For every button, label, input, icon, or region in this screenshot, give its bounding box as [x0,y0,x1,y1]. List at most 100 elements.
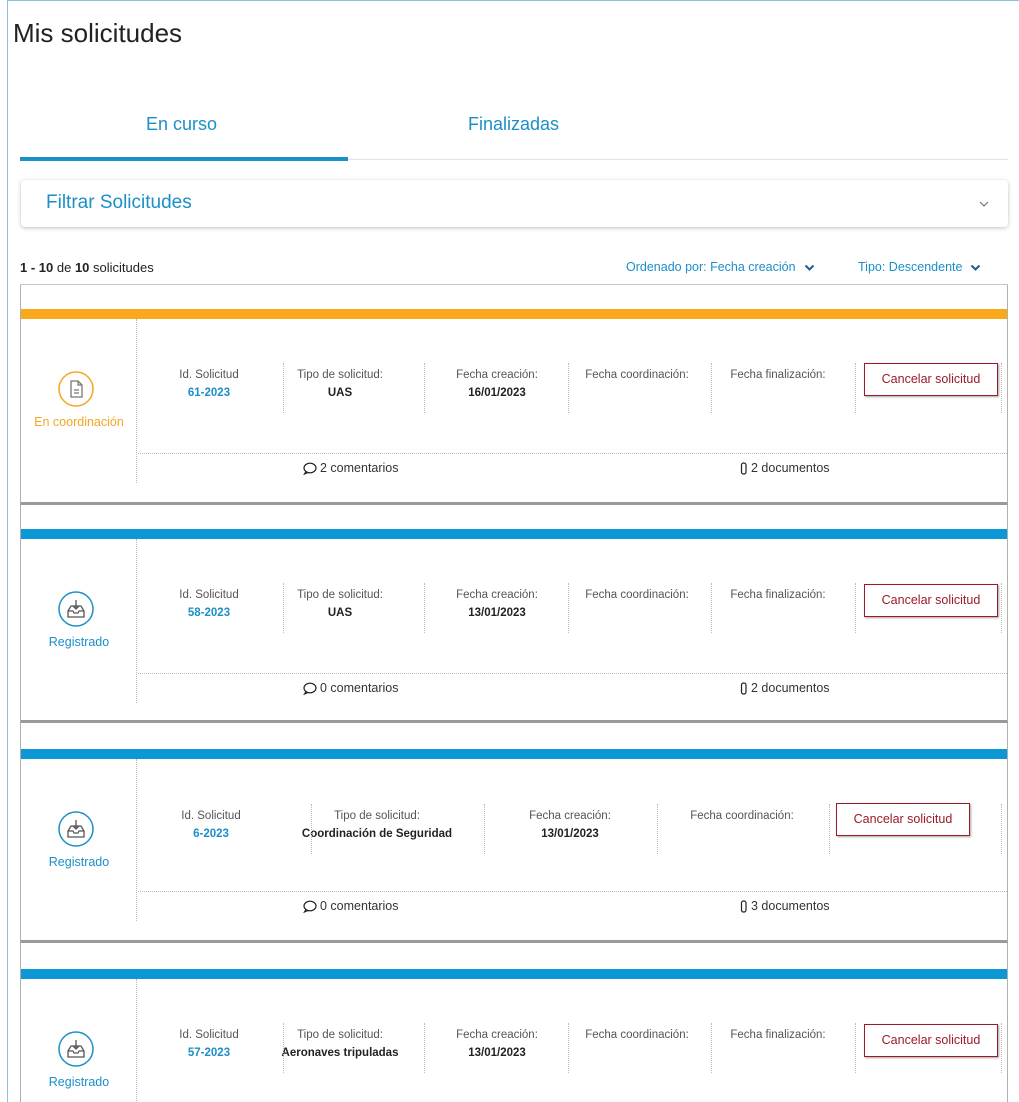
column-divider [283,583,284,633]
field-label: Fecha creación: [456,589,538,601]
documents-link[interactable]: 2 documentos [740,461,830,475]
status-label: Registrado [48,635,110,649]
column-divider [283,1023,284,1073]
results-count: 1 - 10 de 10 solicitudes [20,260,154,275]
column-divider [311,804,312,854]
field-4: Fecha finalización: [698,369,858,387]
results-to: 10 [38,260,54,275]
attachment-icon [740,462,747,475]
field-value: Aeronaves tripuladas [281,1047,399,1059]
column-divider [1001,804,1002,854]
field-3: Fecha coordinación: [557,369,717,387]
column-divider [424,1023,425,1073]
request-card: Registrado Id. Solicitud 57-2023 Tipo de so… [20,943,1008,1102]
request-card: Registrado Id. Solicitud 6-2023 Tipo de sol… [20,723,1008,943]
field-label: Id. Solicitud [181,810,241,822]
chevron-down-icon [979,201,989,207]
tab-finalizadas[interactable]: Finalizadas [468,114,559,135]
field-label: Fecha coordinación: [690,810,794,822]
documents-count: 3 documentos [751,899,830,913]
card-footer: 0 comentarios 2 documentos [138,673,1007,720]
request-id-link[interactable]: 6-2023 [131,828,291,840]
cancel-request-button[interactable]: Cancelar solicitud [836,803,970,836]
cancel-request-button[interactable]: Cancelar solicitud [864,584,998,617]
cancel-request-button[interactable]: Cancelar solicitud [864,363,998,396]
column-divider [568,583,569,633]
field-2: Fecha creación: 16/01/2023 [417,369,577,399]
comments-link[interactable]: 0 comentarios [303,681,399,696]
field-1: Tipo de solicitud: UAS [260,369,420,399]
results-range-separator: - [27,260,39,275]
status-color-bar [21,309,1007,319]
field-value: 13/01/2023 [468,1047,526,1059]
field-value: Coordinación de Seguridad [301,828,453,840]
status-color-bar [21,969,1007,979]
column-divider [484,804,485,854]
status-label: En coordinación [34,415,124,429]
field-1: Tipo de solicitud: Aeronaves tripuladas [260,1029,420,1059]
field-1: Tipo de solicitud: Coordinación de Seguri… [297,810,457,840]
field-label: Tipo de solicitud: [297,1029,383,1041]
field-2: Fecha creación: 13/01/2023 [417,589,577,619]
field-label: Fecha creación: [529,810,611,822]
request-card: En coordinación Id. Solicitud 61-2023 Tipo … [20,285,1008,505]
field-2: Fecha creación: 13/01/2023 [417,1029,577,1059]
documents-count: 2 documentos [751,461,830,475]
results-total: 10 [74,260,90,275]
cancel-request-button[interactable]: Cancelar solicitud [864,1024,998,1057]
tabs-bar: En curso Finalizadas [20,104,1008,161]
column-divider [283,363,284,413]
column-divider [711,583,712,633]
sort-type-dropdown[interactable]: Tipo: Descendente [858,260,981,274]
documents-link[interactable]: 3 documentos [740,899,830,913]
column-divider [568,363,569,413]
comments-link[interactable]: 0 comentarios [303,899,399,914]
comments-link[interactable]: 2 comentarios [303,461,399,476]
filter-panel-header[interactable]: Filtrar Solicitudes [21,180,1008,227]
field-4: Fecha finalización: [698,589,858,607]
field-1: Tipo de solicitud: UAS [260,589,420,619]
results-suffix: solicitudes [89,260,154,275]
chevron-down-icon [971,264,981,271]
comment-icon [303,682,317,696]
sort-order-dropdown[interactable]: Ordenado por: Fecha creación [626,260,815,274]
chevron-down-icon [804,264,814,271]
inbox-icon [58,591,94,627]
status-color-bar [21,749,1007,759]
field-label: Fecha creación: [456,1029,538,1041]
comment-icon [303,900,317,914]
field-3: Fecha coordinación: [662,810,822,828]
comments-count: 2 comentarios [320,461,399,475]
documents-link[interactable]: 2 documentos [740,681,830,695]
field-3: Fecha coordinación: [557,1029,717,1047]
tab-en-curso[interactable]: En curso [146,114,217,135]
column-divider [424,363,425,413]
field-value: 13/01/2023 [468,607,526,619]
field-label: Fecha finalización: [730,369,826,381]
request-card: Registrado Id. Solicitud 58-2023 Tipo de so… [20,505,1008,723]
attachment-icon [740,682,747,695]
field-label: Tipo de solicitud: [334,810,420,822]
field-label: Tipo de solicitud: [297,369,383,381]
column-divider [855,363,856,413]
results-of-word: de [53,260,75,275]
field-3: Fecha coordinación: [557,589,717,607]
column-divider [1001,363,1002,413]
column-divider [829,804,830,854]
field-value: UAS [327,387,353,399]
page-title: Mis solicitudes [13,18,183,48]
field-label: Fecha finalización: [730,1029,826,1041]
status-label: Registrado [48,1075,110,1089]
column-divider [424,583,425,633]
filter-title: Filtrar Solicitudes [46,192,192,213]
column-divider [1001,583,1002,633]
card-footer: 2 comentarios 2 documentos [138,453,1007,502]
card-footer: 0 comentarios 3 documentos [138,891,1007,940]
field-label: Fecha coordinación: [585,1029,689,1041]
sort-order-label: Ordenado por: Fecha creación [626,260,796,274]
comments-count: 0 comentarios [320,681,399,695]
inbox-icon [58,811,94,847]
documents-count: 2 documentos [751,681,830,695]
column-divider [657,804,658,854]
column-divider [1001,1023,1002,1073]
